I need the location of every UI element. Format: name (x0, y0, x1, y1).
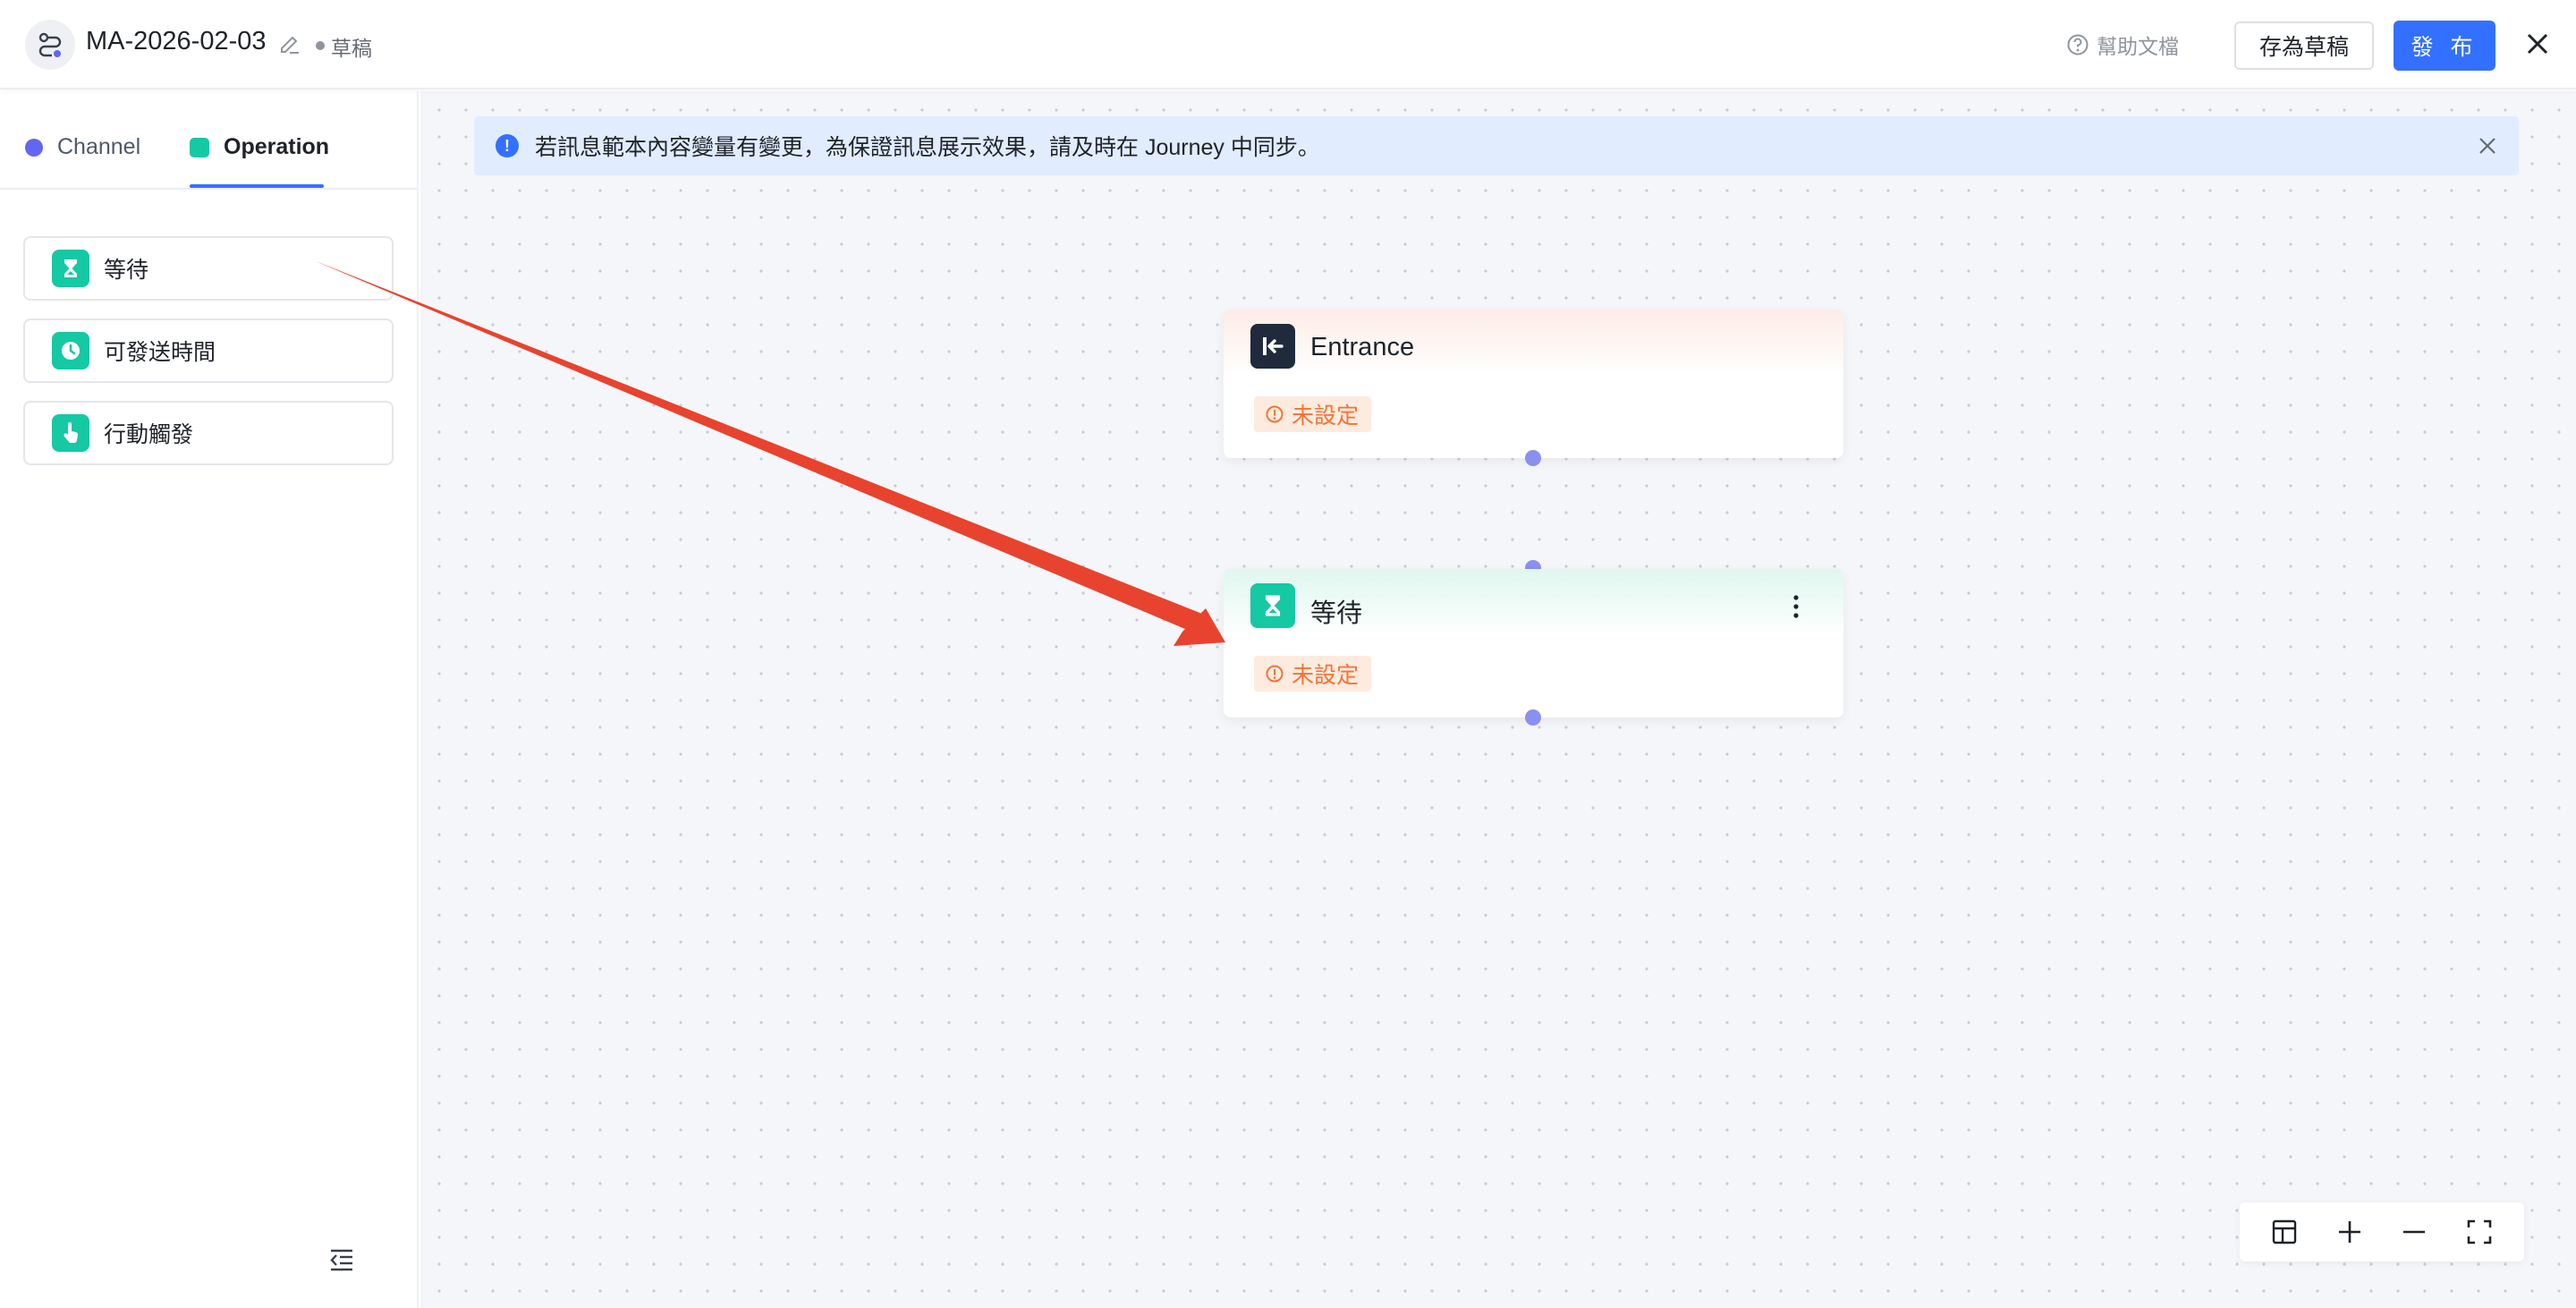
layout-icon[interactable] (2267, 1214, 2302, 1250)
sidebar-tabs: Channel Operation (0, 91, 419, 190)
entrance-output-handle[interactable] (1525, 450, 1541, 466)
save-draft-button[interactable]: 存為草稿 (2234, 21, 2374, 70)
operation-item-send-time[interactable]: 可發送時間 (23, 319, 394, 383)
sync-notice-banner: ! 若訊息範本內容變量有變更，為保證訊息展示效果，請及時在 Journey 中同… (474, 116, 2519, 175)
top-header: MA-2026-02-03 草稿 幫助文檔 存為草稿 發 布 (0, 0, 2576, 89)
journey-logo-icon (25, 20, 75, 70)
operation-dot-icon (190, 137, 209, 157)
hourglass-icon (52, 250, 89, 287)
clock-icon (52, 332, 89, 369)
status-badge: 草稿 (331, 37, 372, 60)
publish-button[interactable]: 發 布 (2394, 21, 2496, 71)
wait-output-handle[interactable] (1525, 709, 1541, 726)
help-circle-icon (2067, 34, 2089, 55)
info-icon: ! (496, 134, 519, 157)
canvas-zoom-toolbar (2240, 1202, 2524, 1261)
entrance-icon (1250, 324, 1295, 369)
channel-dot-icon (25, 138, 43, 157)
operations-sidebar: Channel Operation 等待 可發送時間 行動觸發 (0, 91, 419, 1308)
zoom-out-icon[interactable] (2396, 1214, 2432, 1250)
warning-circle-icon (1266, 405, 1284, 423)
warning-circle-icon (1266, 665, 1284, 683)
close-notice-icon[interactable] (2476, 134, 2499, 157)
status-badge-label: 未設定 (1292, 403, 1360, 429)
tab-channel[interactable]: Channel (25, 134, 140, 160)
operation-item-label: 可發送時間 (104, 340, 216, 365)
wait-node[interactable]: 等待 未設定 (1224, 569, 1843, 718)
more-options-icon[interactable] (1787, 590, 1805, 623)
collapse-sidebar-icon[interactable] (327, 1245, 356, 1274)
pointer-hand-icon (52, 414, 89, 452)
notice-text: 若訊息範本內容變量有變更，為保證訊息展示效果，請及時在 Journey 中同步。 (535, 135, 1320, 160)
status-badge: 未設定 (1254, 396, 1372, 432)
close-icon[interactable] (2522, 29, 2553, 59)
operation-item-wait[interactable]: 等待 (23, 236, 394, 301)
zoom-in-icon[interactable] (2332, 1214, 2368, 1250)
status-badge-label: 未設定 (1292, 663, 1360, 688)
status-dot (316, 41, 325, 50)
journey-title: MA-2026-02-03 (86, 27, 267, 55)
tab-operation-label: Operation (224, 134, 330, 159)
entrance-node[interactable]: Entrance 未設定 (1224, 310, 1843, 458)
active-tab-indicator (190, 184, 324, 188)
help-docs-link[interactable]: 幫助文檔 (2066, 30, 2179, 60)
node-title: Entrance (1310, 333, 1415, 361)
operation-item-label: 行動觸發 (104, 422, 194, 447)
status-badge: 未設定 (1254, 656, 1372, 692)
tab-channel-label: Channel (57, 134, 141, 159)
tab-operation[interactable]: Operation (190, 134, 329, 160)
node-title: 等待 (1310, 599, 1363, 628)
fullscreen-icon[interactable] (2462, 1214, 2497, 1250)
edit-title-icon[interactable] (277, 32, 302, 57)
help-docs-label: 幫助文檔 (2097, 35, 2179, 58)
operation-item-label: 等待 (104, 258, 149, 283)
operation-item-action-trigger[interactable]: 行動觸發 (23, 401, 394, 465)
hourglass-icon (1250, 583, 1295, 628)
